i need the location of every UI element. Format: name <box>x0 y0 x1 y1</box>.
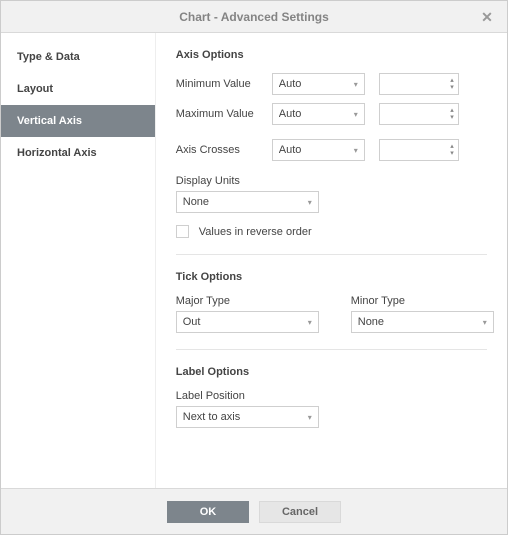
spinner-arrows[interactable]: ▴▾ <box>448 143 454 157</box>
tick-options-row: Major Type Out ▾ Minor Type None ▾ <box>176 295 487 333</box>
sidebar-item-label: Layout <box>17 83 53 95</box>
min-value-label: Minimum Value <box>176 78 272 90</box>
cancel-button[interactable]: Cancel <box>259 501 341 523</box>
axis-crosses-mode-select[interactable]: Auto ▾ <box>272 139 365 161</box>
content-panel: Axis Options Minimum Value Auto ▾ ▴▾ Max… <box>156 33 507 488</box>
minor-type-select[interactable]: None ▾ <box>351 311 494 333</box>
chevron-up-icon: ▴ <box>450 77 454 84</box>
dialog-title: Chart - Advanced Settings <box>179 10 329 24</box>
sidebar-item-label: Type & Data <box>17 51 80 63</box>
select-value: Auto <box>279 108 350 120</box>
divider <box>176 349 487 350</box>
select-value: None <box>358 316 479 328</box>
spinner-arrows[interactable]: ▴▾ <box>448 107 454 121</box>
label-position-select[interactable]: Next to axis ▾ <box>176 406 319 428</box>
axis-crosses-label: Axis Crosses <box>176 144 272 156</box>
label-position-label: Label Position <box>176 390 487 402</box>
axis-crosses-row: Axis Crosses Auto ▾ ▴▾ <box>176 139 487 161</box>
sidebar: Type & Data Layout Vertical Axis Horizon… <box>1 33 156 488</box>
chevron-down-icon: ▾ <box>308 318 312 327</box>
checkbox-icon <box>176 225 189 238</box>
reverse-order-label: Values in reverse order <box>199 226 312 238</box>
minor-type-label: Minor Type <box>351 295 507 307</box>
select-value: Auto <box>279 78 350 90</box>
chevron-down-icon: ▾ <box>354 80 358 89</box>
sidebar-item-layout[interactable]: Layout <box>1 73 155 105</box>
max-value-mode-select[interactable]: Auto ▾ <box>272 103 365 125</box>
dialog-body: Type & Data Layout Vertical Axis Horizon… <box>1 33 507 488</box>
max-value-row: Maximum Value Auto ▾ ▴▾ <box>176 103 487 125</box>
min-value-row: Minimum Value Auto ▾ ▴▾ <box>176 73 487 95</box>
display-units-select[interactable]: None ▾ <box>176 191 319 213</box>
button-label: Cancel <box>282 506 318 518</box>
button-label: OK <box>200 506 217 518</box>
close-button[interactable]: ✕ <box>475 1 499 33</box>
max-value-input[interactable]: ▴▾ <box>379 103 459 125</box>
chevron-down-icon: ▾ <box>354 146 358 155</box>
select-value: Next to axis <box>183 411 304 423</box>
chevron-down-icon: ▾ <box>354 110 358 119</box>
chevron-down-icon: ▾ <box>450 150 454 157</box>
axis-crosses-field[interactable] <box>386 143 448 157</box>
sidebar-item-vertical-axis[interactable]: Vertical Axis <box>1 105 155 137</box>
axis-crosses-input[interactable]: ▴▾ <box>379 139 459 161</box>
dialog-titlebar: Chart - Advanced Settings ✕ <box>1 1 507 33</box>
major-type-select[interactable]: Out ▾ <box>176 311 319 333</box>
axis-options-heading: Axis Options <box>176 49 487 61</box>
chevron-up-icon: ▴ <box>450 143 454 150</box>
close-icon: ✕ <box>481 9 493 26</box>
max-value-label: Maximum Value <box>176 108 272 120</box>
chevron-up-icon: ▴ <box>450 107 454 114</box>
min-value-mode-select[interactable]: Auto ▾ <box>272 73 365 95</box>
major-type-label: Major Type <box>176 295 333 307</box>
min-value-field[interactable] <box>386 77 448 91</box>
sidebar-item-label: Horizontal Axis <box>17 147 97 159</box>
major-type-col: Major Type Out ▾ <box>176 295 333 333</box>
divider <box>176 254 487 255</box>
spinner-arrows[interactable]: ▴▾ <box>448 77 454 91</box>
sidebar-item-label: Vertical Axis <box>17 115 82 127</box>
minor-type-col: Minor Type None ▾ <box>351 295 507 333</box>
sidebar-item-horizontal-axis[interactable]: Horizontal Axis <box>1 137 155 169</box>
min-value-input[interactable]: ▴▾ <box>379 73 459 95</box>
select-value: Auto <box>279 144 350 156</box>
chevron-down-icon: ▾ <box>450 114 454 121</box>
dialog-footer: OK Cancel <box>1 488 507 534</box>
chevron-down-icon: ▾ <box>483 318 487 327</box>
chart-advanced-settings-dialog: Chart - Advanced Settings ✕ Type & Data … <box>0 0 508 535</box>
chevron-down-icon: ▾ <box>308 413 312 422</box>
label-options-heading: Label Options <box>176 366 487 378</box>
select-value: None <box>183 196 304 208</box>
chevron-down-icon: ▾ <box>308 198 312 207</box>
max-value-field[interactable] <box>386 107 448 121</box>
select-value: Out <box>183 316 304 328</box>
ok-button[interactable]: OK <box>167 501 249 523</box>
display-units-label: Display Units <box>176 175 487 187</box>
sidebar-item-type-data[interactable]: Type & Data <box>1 41 155 73</box>
tick-options-heading: Tick Options <box>176 271 487 283</box>
chevron-down-icon: ▾ <box>450 84 454 91</box>
reverse-order-checkbox[interactable]: Values in reverse order <box>176 225 487 238</box>
